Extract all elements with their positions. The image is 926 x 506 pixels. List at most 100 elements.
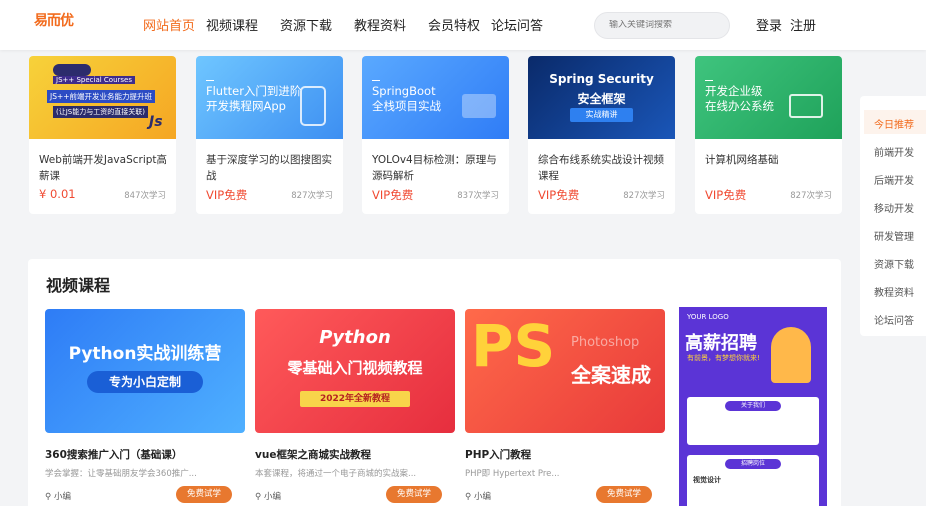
poster-subtitle: 有前景，有梦想你就来!: [687, 354, 760, 362]
user-icon: ⚲: [45, 492, 54, 502]
author: ⚲ 小编: [45, 492, 71, 502]
video-card[interactable]: Python 零基础入门视频教程 2022年全新教程 vue框架之商城实战教程 …: [255, 309, 455, 503]
phone-icon: [300, 86, 326, 126]
course-title[interactable]: YOLOv4目标检测：原理与源码解析: [372, 152, 502, 184]
course-thumbnail: 开发企业级 在线办公系统: [695, 56, 842, 139]
course-thumbnail: SpringBoot 全栈项目实战: [362, 56, 509, 139]
author: ⚲ 小编: [465, 492, 491, 502]
thumb-text: (让JS能力与工资的直接关联): [53, 106, 148, 118]
register-link[interactable]: 注册: [790, 15, 816, 34]
side-nav-tutorials[interactable]: 教程资料: [874, 284, 914, 299]
monitor-icon: [789, 94, 823, 118]
video-desc: PHP即 Hypertext Pre...: [465, 469, 560, 479]
nav-tutorials[interactable]: 教程资料: [354, 15, 406, 34]
side-nav-today[interactable]: 今日推荐: [874, 116, 914, 131]
thumb-text: Js: [149, 114, 163, 130]
course-card[interactable]: 开发企业级 在线办公系统 计算机网络基础 VIP免费 827次学习: [695, 56, 842, 214]
course-thumbnail: JS++ Special Courses JS++前端开发业务能力提升班 (让J…: [29, 56, 176, 139]
course-title[interactable]: 基于深度学习的以图搜图实战: [206, 152, 336, 184]
free-trial-button[interactable]: 免费试学: [176, 486, 232, 503]
side-nav-resources[interactable]: 资源下载: [874, 256, 914, 271]
course-card[interactable]: JS++ Special Courses JS++前端开发业务能力提升班 (让J…: [29, 56, 176, 214]
course-title[interactable]: 综合布线系统实战设计视频课程: [538, 152, 668, 184]
thumb-text: SpringBoot 全栈项目实战: [372, 84, 441, 113]
top-header: 易而优 网站首页 视频课程 资源下载 教程资料 会员特权 论坛问答 登录 注册: [0, 0, 926, 50]
badge-shape: [53, 64, 91, 76]
about-label: 关于我们: [725, 401, 781, 411]
folder-icon: [462, 94, 496, 118]
video-title[interactable]: PHP入门教程: [465, 447, 531, 462]
user-icon: ⚲: [255, 492, 264, 502]
course-price: ¥ 0.01: [39, 187, 76, 201]
learner-count: 837次学习: [457, 191, 499, 201]
video-title[interactable]: vue框架之商城实战教程: [255, 447, 371, 462]
thumb-text: Python: [319, 327, 391, 348]
thumb-text: 零基础入门视频教程: [287, 359, 423, 377]
thumb-text: JS++前端开发业务能力提升班: [47, 90, 156, 103]
learner-count: 847次学习: [124, 191, 166, 201]
thumb-text: Spring Security: [549, 72, 654, 86]
nav-forum[interactable]: 论坛问答: [491, 15, 543, 34]
nav-video-courses[interactable]: 视频课程: [206, 15, 258, 34]
side-nav-backend[interactable]: 后端开发: [874, 172, 914, 187]
course-title[interactable]: Web前端开发JavaScript高薪课: [39, 152, 169, 184]
course-card[interactable]: Spring Security 安全框架 实战精讲 综合布线系统实战设计视频课程…: [528, 56, 675, 214]
thumb-text: 安全框架: [577, 92, 626, 106]
job-title: 视觉设计: [693, 476, 721, 484]
thumb-text: Photoshop: [571, 335, 640, 350]
section-title: 视频课程: [46, 276, 111, 295]
thumb-text: 2022年全新教程: [300, 391, 410, 407]
thumb-divider: [705, 80, 713, 81]
thumb-text: 专为小白定制: [87, 371, 203, 393]
thumb-text: PS: [471, 312, 556, 380]
thumb-divider: [372, 80, 380, 81]
recruit-poster[interactable]: YOUR LOGO 高薪招聘 有前景，有梦想你就来! 关于我们 招聘岗位 视觉设…: [679, 307, 827, 506]
learner-count: 827次学习: [623, 191, 665, 201]
nav-home[interactable]: 网站首页: [143, 15, 195, 34]
side-nav-mobile[interactable]: 移动开发: [874, 200, 914, 215]
person-illustration: [771, 327, 811, 383]
course-price: VIP免费: [705, 188, 747, 202]
course-price: VIP免费: [538, 188, 580, 202]
course-card[interactable]: SpringBoot 全栈项目实战 YOLOv4目标检测：原理与源码解析 VIP免…: [362, 56, 509, 214]
thumb-text: 全案速成: [571, 363, 651, 387]
user-icon: ⚲: [465, 492, 474, 502]
thumb-text: Python实战训练营: [68, 344, 222, 364]
side-nav-forum[interactable]: 论坛问答: [874, 312, 914, 327]
course-price: VIP免费: [206, 188, 248, 202]
author: ⚲ 小编: [255, 492, 281, 502]
video-desc: 学会掌握：让零基础朋友学会360推广...: [45, 469, 197, 479]
video-card[interactable]: PS Photoshop 全案速成 PHP入门教程 PHP即 Hypertext…: [465, 309, 665, 503]
thumb-text: 开发企业级 在线办公系统: [705, 84, 774, 113]
video-desc: 本套课程，将通过一个电子商城的实战案...: [255, 469, 417, 479]
search-box[interactable]: [594, 12, 730, 39]
jobs-label: 招聘岗位: [725, 459, 781, 469]
login-link[interactable]: 登录: [756, 15, 782, 34]
thumb-text: JS++ Special Courses: [53, 76, 135, 84]
video-title[interactable]: 360搜索推广入门（基础课）: [45, 447, 182, 462]
video-thumbnail: PS Photoshop 全案速成: [465, 309, 665, 433]
thumb-text: 实战精讲: [570, 108, 633, 122]
video-thumbnail: Python 零基础入门视频教程 2022年全新教程: [255, 309, 455, 433]
free-trial-button[interactable]: 免费试学: [596, 486, 652, 503]
thumb-divider: [206, 80, 214, 81]
thumb-text: Flutter入门到进阶 开发携程网App: [206, 84, 302, 113]
free-trial-button[interactable]: 免费试学: [386, 486, 442, 503]
course-title[interactable]: 计算机网络基础: [705, 152, 835, 168]
side-nav-frontend[interactable]: 前端开发: [874, 144, 914, 159]
side-nav: 今日推荐 前端开发 后端开发 移动开发 研发管理 资源下载 教程资料 论坛问答: [860, 96, 926, 336]
video-card[interactable]: Python实战训练营 专为小白定制 360搜索推广入门（基础课） 学会掌握：让…: [45, 309, 245, 503]
nav-resource-download[interactable]: 资源下载: [280, 15, 332, 34]
course-price: VIP免费: [372, 188, 414, 202]
learner-count: 827次学习: [291, 191, 333, 201]
site-logo[interactable]: 易而优: [34, 10, 74, 30]
nav-vip[interactable]: 会员特权: [428, 15, 480, 34]
course-card[interactable]: Flutter入门到进阶 开发携程网App 基于深度学习的以图搜图实战 VIP免费…: [196, 56, 343, 214]
poster-logo: YOUR LOGO: [687, 313, 729, 321]
video-section: 视频课程 Python实战训练营 专为小白定制 360搜索推广入门（基础课） 学…: [28, 259, 841, 506]
search-input[interactable]: [609, 20, 719, 30]
course-thumbnail: Spring Security 安全框架 实战精讲: [528, 56, 675, 139]
video-thumbnail: Python实战训练营 专为小白定制: [45, 309, 245, 433]
course-thumbnail: Flutter入门到进阶 开发携程网App: [196, 56, 343, 139]
side-nav-rd[interactable]: 研发管理: [874, 228, 914, 243]
